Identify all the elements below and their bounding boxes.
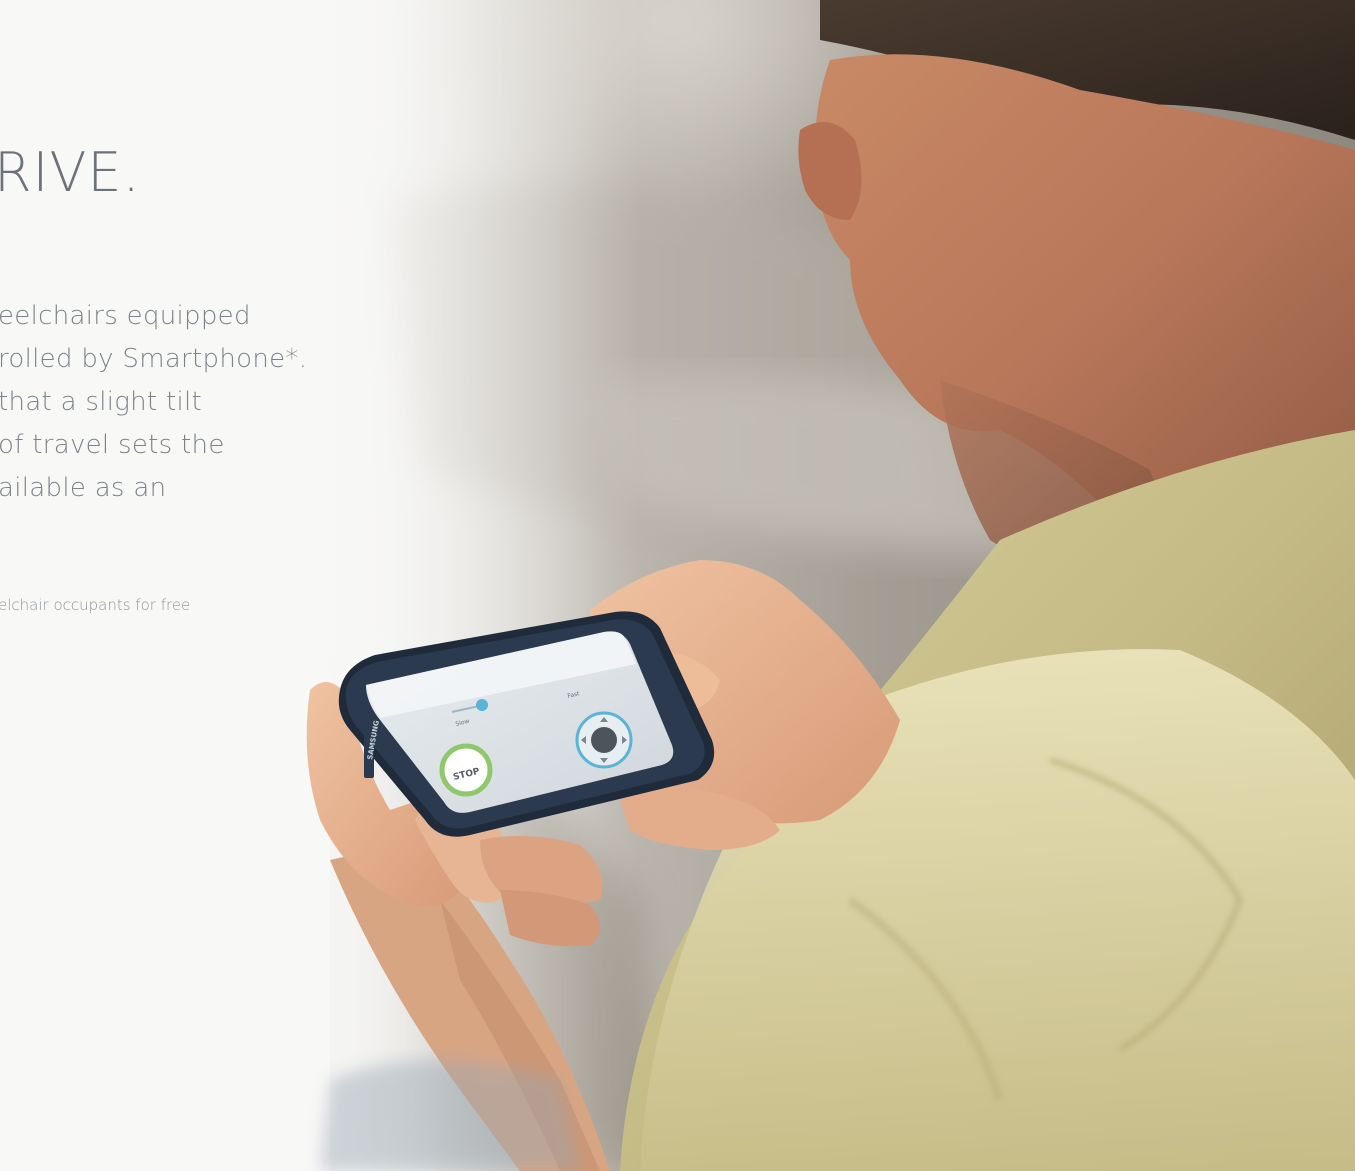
photo-scene: SAMSUNG STOP Slow Fast	[0, 0, 1355, 1171]
